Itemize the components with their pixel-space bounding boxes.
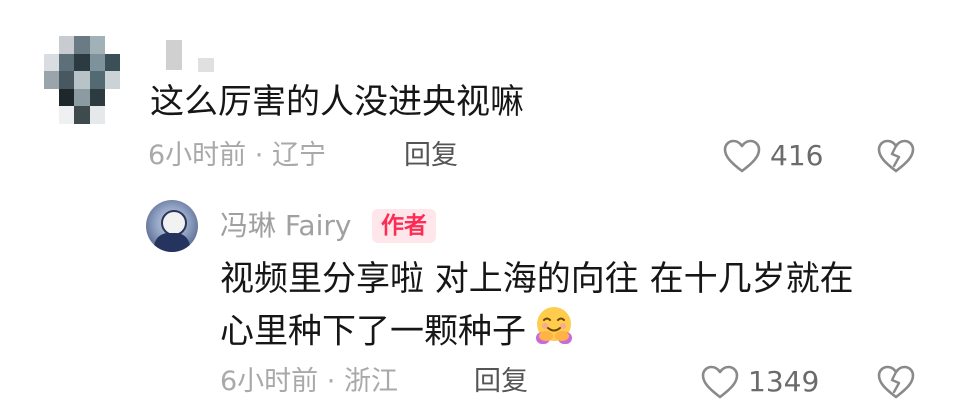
author-badge: 作者 xyxy=(372,209,436,243)
dislike-button[interactable] xyxy=(876,364,916,404)
broken-heart-icon xyxy=(877,139,915,173)
author-avatar[interactable] xyxy=(146,200,198,252)
reply-button[interactable]: 回复 xyxy=(404,138,458,174)
reply-text-line-1: 视频里分享啦 对上海的向往 在十几岁就在 xyxy=(220,259,854,299)
hugging-face-icon xyxy=(532,304,576,362)
author-name[interactable]: 冯琳 Fairy xyxy=(220,206,351,246)
meta-separator: · xyxy=(254,140,264,171)
heart-icon xyxy=(723,139,761,173)
comment-text: 这么厉害的人没进央视嘛 xyxy=(150,82,524,122)
reply-text-line-2-content: 心里种下了一颗种子 xyxy=(220,311,526,352)
commenter-avatar[interactable] xyxy=(44,36,120,124)
reply-time: 6小时前 xyxy=(220,366,319,397)
author-reply-text: 视频里分享啦 对上海的向往 在十几岁就在 心里种下了一颗种子 xyxy=(220,254,940,362)
reply-button[interactable]: 回复 xyxy=(474,364,528,400)
comment-meta: 6小时前 · 辽宁 xyxy=(148,138,326,174)
like-count: 1349 xyxy=(748,365,820,398)
redacted-username xyxy=(166,40,182,70)
author-reply-meta: 6小时前 · 浙江 xyxy=(220,364,398,400)
dislike-button[interactable] xyxy=(876,138,916,178)
meta-separator: · xyxy=(326,366,336,397)
reply-text-line-2: 心里种下了一颗种子 xyxy=(220,304,940,362)
reply-location: 浙江 xyxy=(343,366,398,397)
like-button[interactable]: 416 xyxy=(722,138,823,174)
comment-time: 6小时前 xyxy=(148,140,247,171)
redacted-username-part xyxy=(198,58,214,72)
broken-heart-icon xyxy=(877,365,915,399)
like-count: 416 xyxy=(770,139,824,172)
heart-icon xyxy=(701,365,739,399)
comment-location: 辽宁 xyxy=(271,140,326,171)
like-button[interactable]: 1349 xyxy=(700,364,819,400)
